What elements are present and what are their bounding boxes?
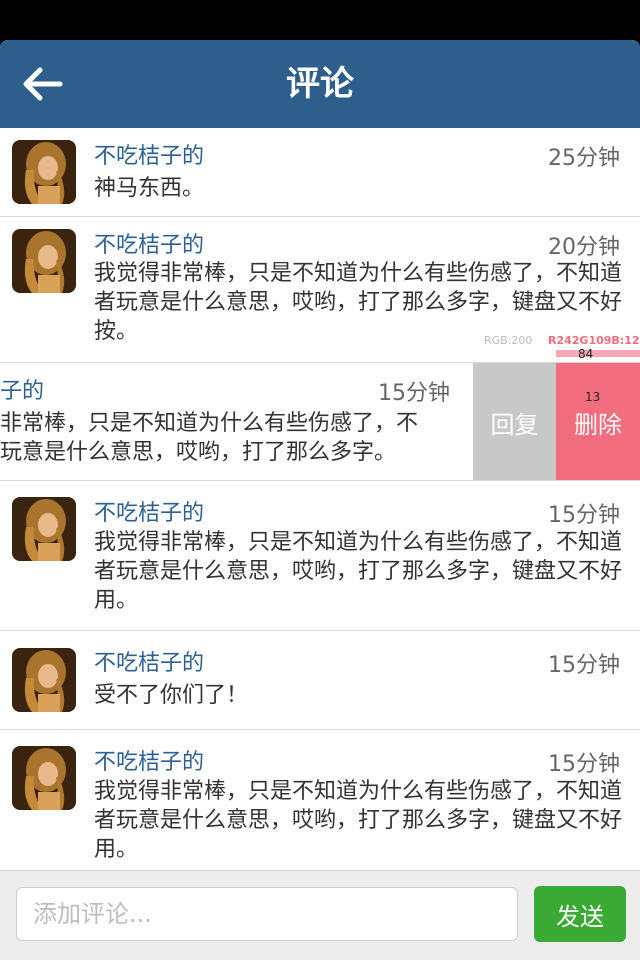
- annotation-width-bar: [556, 350, 640, 357]
- comment-item[interactable]: 不吃桔子的 15分钟 受不了你们了！: [0, 631, 640, 730]
- comment-time: 20分钟: [548, 235, 620, 260]
- comment-list[interactable]: 不吃桔子的 25分钟 神马东西。 不吃桔子的 20分钟 我觉得非常棒，只是不知道…: [0, 128, 640, 870]
- comment-time: 15分钟: [548, 503, 620, 528]
- comment-username[interactable]: 子的: [0, 373, 44, 405]
- comment-text-line: 玩意是什么意思，哎哟，打了那么多字。: [0, 440, 397, 465]
- comment-input[interactable]: [16, 887, 518, 941]
- avatar[interactable]: [12, 229, 76, 293]
- comment-bar: 发送: [0, 870, 640, 960]
- comment-time: 25分钟: [548, 146, 620, 171]
- comment-item[interactable]: 不吃桔子的 15分钟 我觉得非常棒，只是不知道为什么有些伤感了，不知道者玩意是什…: [0, 730, 640, 870]
- annotation-rgb-gray: RGB:200: [484, 334, 533, 347]
- delete-button[interactable]: 删除: [556, 363, 640, 480]
- comments-screen: 评论 不吃桔子的 25分钟 神马东西。 不吃桔子的 20分钟 我觉得非常棒，只是…: [0, 40, 640, 960]
- annotation-width: 84: [578, 347, 594, 361]
- send-button[interactable]: 发送: [534, 886, 626, 942]
- avatar[interactable]: [12, 497, 76, 561]
- navbar: 评论: [0, 40, 640, 128]
- comment-text: 受不了你们了！: [94, 683, 249, 708]
- comment-text-line: 非常棒，只是不知道为什么有些伤感了，不: [0, 411, 419, 436]
- comment-username[interactable]: 不吃桔子的: [94, 227, 204, 259]
- arrow-left-icon: [20, 66, 64, 102]
- comment-item-swiped[interactable]: 子的 子的 15分钟 非常棒，只是不知道为什么有些伤感了，不 玩意是什么意思，哎…: [0, 363, 640, 481]
- comment-username[interactable]: 不吃桔子的: [94, 495, 204, 527]
- page-title: 评论: [286, 64, 354, 104]
- comment-text: 我觉得非常棒，只是不知道为什么有些伤感了，不知道者玩意是什么意思，哎哟，打了那么…: [94, 261, 623, 344]
- comment-item[interactable]: 不吃桔子的 20分钟 我觉得非常棒，只是不知道为什么有些伤感了，不知道者玩意是什…: [0, 217, 640, 363]
- avatar[interactable]: [12, 140, 76, 204]
- back-button[interactable]: [14, 58, 70, 110]
- comment-username[interactable]: 不吃桔子的: [94, 744, 204, 776]
- avatar[interactable]: [12, 648, 76, 712]
- comment-username[interactable]: 不吃桔子的: [94, 138, 204, 170]
- reply-button[interactable]: 回复: [473, 363, 556, 480]
- comment-time: 15分钟: [378, 381, 450, 406]
- comment-time: 15分钟: [548, 752, 620, 777]
- annotation-rgb-red: R242G109B:125: [548, 334, 640, 347]
- annotation-height: 13: [585, 390, 601, 404]
- comment-username[interactable]: 不吃桔子的: [94, 645, 204, 677]
- comment-item[interactable]: 不吃桔子的 25分钟 神马东西。: [0, 128, 640, 217]
- comment-item[interactable]: 不吃桔子的 15分钟 我觉得非常棒，只是不知道为什么有些伤感了，不知道者玩意是什…: [0, 481, 640, 631]
- comment-text: 我觉得非常棒，只是不知道为什么有些伤感了，不知道者玩意是什么意思，哎哟，打了那么…: [94, 530, 623, 613]
- comment-text: 神马东西。: [94, 176, 205, 201]
- comment-time: 15分钟: [548, 653, 620, 678]
- status-bar: [0, 0, 640, 40]
- comment-text: 我觉得非常棒，只是不知道为什么有些伤感了，不知道者玩意是什么意思，哎哟，打了那么…: [94, 779, 623, 862]
- avatar[interactable]: [12, 746, 76, 810]
